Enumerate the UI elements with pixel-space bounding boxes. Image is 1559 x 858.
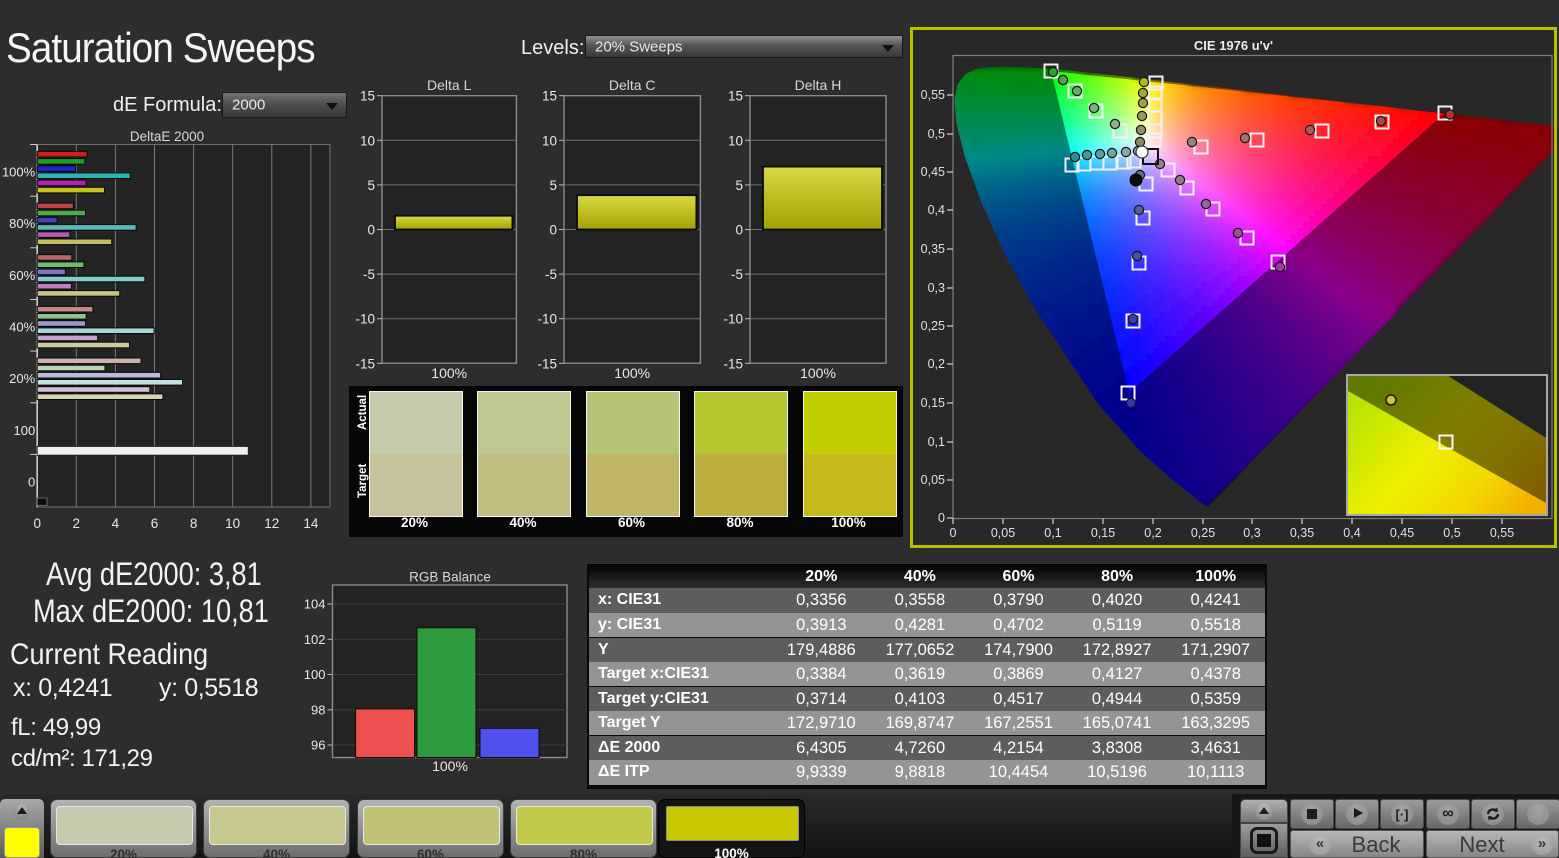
svg-text:0: 0 (28, 475, 35, 490)
svg-text:0,1: 0,1 (1044, 526, 1061, 540)
svg-text:80%: 80% (9, 216, 35, 231)
svg-text:100: 100 (304, 667, 326, 682)
svg-text:100%: 100% (2, 165, 36, 180)
svg-text:-5: -5 (731, 267, 743, 282)
svg-text:10: 10 (542, 133, 557, 148)
svg-text:-10: -10 (723, 312, 743, 327)
svg-text:5: 5 (367, 178, 375, 193)
svg-text:100%: 100% (614, 365, 650, 381)
svg-text:0,25: 0,25 (921, 319, 945, 333)
svg-text:Delta C: Delta C (609, 77, 656, 93)
svg-text:8: 8 (190, 516, 198, 531)
svg-text:0,3: 0,3 (1243, 526, 1260, 540)
svg-text:5: 5 (735, 178, 743, 193)
svg-text:0,55: 0,55 (921, 88, 945, 102)
svg-text:100%: 100% (432, 758, 468, 774)
svg-text:0,4: 0,4 (928, 203, 945, 217)
svg-text:-5: -5 (545, 267, 557, 282)
svg-text:0: 0 (735, 223, 743, 238)
svg-text:Delta L: Delta L (427, 77, 472, 93)
svg-text:12: 12 (264, 516, 279, 531)
svg-text:-5: -5 (363, 267, 375, 282)
svg-text:10: 10 (728, 133, 743, 148)
svg-text:Delta H: Delta H (795, 77, 842, 93)
svg-text:5: 5 (549, 178, 557, 193)
svg-text:-15: -15 (723, 356, 743, 371)
svg-text:0,5: 0,5 (1443, 526, 1460, 540)
svg-text:10: 10 (360, 133, 375, 148)
svg-text:10: 10 (225, 516, 240, 531)
svg-text:0: 0 (367, 223, 375, 238)
svg-text:104: 104 (304, 597, 326, 612)
svg-text:0,2: 0,2 (1144, 526, 1161, 540)
svg-text:-15: -15 (537, 356, 557, 371)
svg-text:0: 0 (549, 223, 557, 238)
svg-text:98: 98 (311, 702, 325, 717)
svg-text:0,15: 0,15 (1091, 526, 1115, 540)
svg-text:2: 2 (73, 516, 81, 531)
svg-text:0: 0 (33, 516, 41, 531)
svg-text:20%: 20% (9, 371, 35, 386)
svg-text:0,45: 0,45 (1390, 526, 1414, 540)
svg-text:0: 0 (938, 511, 945, 525)
svg-text:DeltaE 2000: DeltaE 2000 (130, 129, 204, 144)
svg-text:0,25: 0,25 (1191, 526, 1215, 540)
svg-text:0,05: 0,05 (921, 473, 945, 487)
svg-text:0,55: 0,55 (1490, 526, 1514, 540)
svg-text:0,35: 0,35 (921, 242, 945, 256)
svg-text:15: 15 (360, 89, 375, 104)
svg-text:0,05: 0,05 (991, 526, 1015, 540)
svg-text:96: 96 (311, 738, 325, 753)
svg-text:100: 100 (13, 423, 35, 438)
svg-text:RGB Balance: RGB Balance (409, 570, 491, 585)
svg-text:0,45: 0,45 (921, 165, 945, 179)
svg-text:14: 14 (303, 516, 319, 531)
svg-text:0,35: 0,35 (1290, 526, 1314, 540)
svg-text:-10: -10 (537, 312, 557, 327)
svg-text:0,1: 0,1 (928, 435, 945, 449)
svg-text:102: 102 (304, 632, 326, 647)
svg-text:0,5: 0,5 (928, 127, 945, 141)
svg-text:-10: -10 (355, 312, 375, 327)
svg-text:15: 15 (542, 89, 557, 104)
svg-text:100%: 100% (800, 365, 836, 381)
svg-text:0,2: 0,2 (928, 357, 945, 371)
svg-text:4: 4 (112, 516, 120, 531)
svg-text:60%: 60% (9, 268, 35, 283)
svg-text:100%: 100% (431, 365, 467, 381)
svg-text:-15: -15 (355, 356, 375, 371)
svg-text:0,4: 0,4 (1343, 526, 1360, 540)
svg-text:40%: 40% (9, 320, 35, 335)
svg-text:0,15: 0,15 (921, 396, 945, 410)
svg-text:6: 6 (151, 516, 159, 531)
svg-text:0,3: 0,3 (928, 281, 945, 295)
svg-text:15: 15 (728, 89, 743, 104)
svg-text:0: 0 (950, 526, 957, 540)
